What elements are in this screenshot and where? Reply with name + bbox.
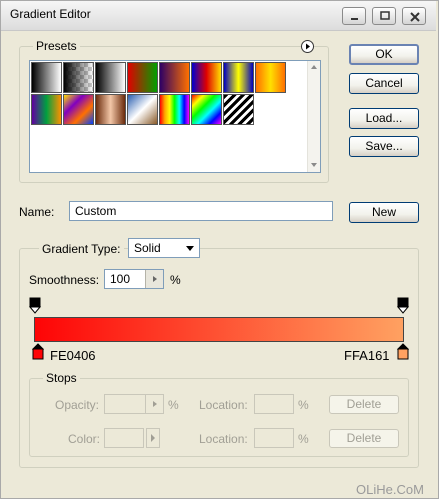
opacity-location-percent: % [298,398,309,412]
color-swatch-input[interactable] [104,428,144,448]
preset-swatch-foreground-to-background[interactable] [31,62,62,93]
ok-button[interactable]: OK [349,44,419,65]
smoothness-value: 100 [110,272,131,286]
minimize-icon [351,18,358,20]
gradient-preview-bar[interactable] [34,317,404,342]
gradient-type-label: Gradient Type: [39,242,124,256]
opacity-location-input[interactable] [254,394,294,414]
preset-swatch-orange-yellow-orange[interactable] [255,62,286,93]
watermark-text: OLiHe.CoM [356,482,424,497]
color-stop-right[interactable] [396,343,410,361]
opacity-stepper[interactable] [145,395,163,413]
color-label: Color: [68,432,101,446]
name-input[interactable]: Custom [69,201,333,221]
gradient-type-select[interactable]: Solid [128,238,200,258]
opacity-percent: % [168,398,179,412]
opacity-stop-icon [396,297,410,314]
preset-swatch-red-green[interactable] [127,62,158,93]
opacity-stop-right[interactable] [396,297,410,315]
maximize-button[interactable] [372,7,396,25]
preset-swatch-yellow-violet-orange-blue[interactable] [63,94,94,125]
opacity-stop-icon [28,297,42,314]
color-stop-left[interactable] [31,343,45,361]
preset-swatch-transparent-stripes[interactable] [223,94,254,125]
smoothness-percent: % [170,273,181,287]
scroll-arrows-icon [311,65,317,167]
close-button[interactable] [402,7,426,25]
color-location-input[interactable] [254,428,294,448]
color-stop-icon [396,343,410,360]
cancel-button[interactable]: Cancel [349,73,419,94]
presets-label: Presets [33,39,80,53]
window-title: Gradient Editor [10,7,91,21]
chevron-right-icon [153,401,157,407]
delete-color-stop-button[interactable]: Delete [329,429,399,448]
end-color-label: FFA161 [344,348,390,363]
preset-swatch-spectrum[interactable] [159,94,190,125]
preset-swatch-violet-orange[interactable] [159,62,190,93]
preset-swatch-black-white[interactable] [95,62,126,93]
opacity-location-label: Location: [199,398,248,412]
color-location-percent: % [298,432,309,446]
color-location-label: Location: [199,432,248,446]
preset-swatch-copper[interactable] [95,94,126,125]
delete-opacity-stop-button[interactable]: Delete [329,395,399,414]
presets-scrollbar[interactable] [307,61,320,172]
smoothness-label: Smoothness: [29,273,100,287]
save-button[interactable]: Save... [349,136,419,157]
preset-swatch-chrome[interactable] [127,94,158,125]
smoothness-stepper[interactable] [145,270,163,288]
minimize-button[interactable] [342,7,366,25]
color-menu-button[interactable] [146,428,160,448]
maximize-icon [380,11,390,20]
preset-swatch-blue-red-yellow[interactable] [191,62,222,93]
color-stop-icon [31,343,45,360]
opacity-stop-left[interactable] [28,297,42,315]
preset-swatch-violet-green-orange[interactable] [31,94,62,125]
close-icon [410,12,420,22]
gradient-type-value: Solid [134,241,161,255]
opacity-label: Opacity: [55,398,100,412]
load-button[interactable]: Load... [349,108,419,129]
smoothness-input[interactable]: 100 [104,269,164,289]
stops-label: Stops [43,371,80,385]
opacity-input[interactable] [104,394,164,414]
name-label: Name: [19,205,55,219]
presets-menu-button[interactable] [301,40,314,53]
new-button[interactable]: New [349,202,419,223]
chevron-right-icon [153,276,157,282]
circle-arrow-right-icon [306,43,310,50]
preset-swatch-transparent-rainbow[interactable] [191,94,222,125]
preset-swatch-foreground-to-transparent[interactable] [63,62,94,93]
chevron-right-icon [151,434,155,442]
start-color-label: FE0406 [50,348,96,363]
preset-swatch-blue-yellow-blue[interactable] [223,62,254,93]
chevron-down-icon [186,246,194,251]
